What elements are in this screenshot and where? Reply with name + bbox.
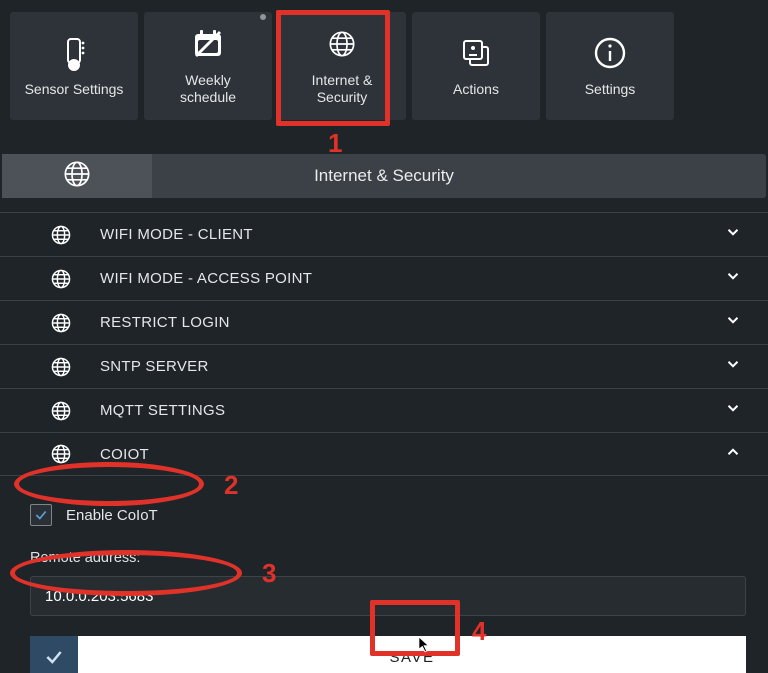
chevron-down-icon [724, 267, 742, 290]
accordion-label: WIFI MODE - CLIENT [72, 226, 724, 243]
tab-label: Settings [585, 81, 636, 98]
info-icon [592, 35, 628, 71]
globe-icon [324, 26, 360, 62]
globe-icon [0, 224, 72, 246]
tab-label: Actions [453, 81, 499, 98]
globe-icon [0, 356, 72, 378]
remote-address-input[interactable] [30, 576, 746, 616]
accordion-label: RESTRICT LOGIN [72, 314, 724, 331]
accordion-item-wifi-ap[interactable]: WIFI MODE - ACCESS POINT [0, 256, 768, 300]
tab-label: Weekly schedule [180, 72, 236, 106]
indicator-dot [260, 14, 266, 20]
sensor-icon [56, 35, 92, 71]
settings-accordion: WIFI MODE - CLIENT WIFI MODE - ACCESS PO… [0, 212, 768, 476]
globe-icon [62, 159, 92, 194]
top-tab-bar: Sensor Settings Weekly schedule Int [0, 0, 768, 124]
enable-coiot-checkbox[interactable] [30, 504, 52, 526]
save-button-label: SAVE [390, 649, 435, 666]
accordion-item-mqtt[interactable]: MQTT SETTINGS [0, 388, 768, 432]
accordion-item-coiot[interactable]: COIOT [0, 432, 768, 476]
chevron-down-icon [724, 355, 742, 378]
globe-icon [0, 312, 72, 334]
section-title: Internet & Security [152, 166, 766, 186]
save-bar: SAVE [30, 636, 746, 673]
accordion-label: MQTT SETTINGS [72, 402, 724, 419]
chevron-down-icon [724, 311, 742, 334]
tab-label: Sensor Settings [25, 81, 124, 98]
globe-icon [0, 400, 72, 422]
enable-coiot-row[interactable]: Enable CoIoT [22, 494, 746, 536]
save-button[interactable]: SAVE [78, 636, 746, 673]
accordion-label: WIFI MODE - ACCESS POINT [72, 270, 724, 287]
chevron-down-icon [724, 399, 742, 422]
enable-coiot-label: Enable CoIoT [66, 507, 158, 524]
chevron-down-icon [724, 223, 742, 246]
globe-icon [0, 268, 72, 290]
accordion-label: COIOT [72, 446, 724, 463]
tab-internet-security[interactable]: Internet & Security [278, 12, 406, 120]
section-header-icon-box [2, 154, 152, 198]
save-confirm-icon[interactable] [30, 636, 78, 673]
tab-actions[interactable]: Actions [412, 12, 540, 120]
remote-address-label: Remote address: [30, 550, 746, 566]
accordion-label: SNTP SERVER [72, 358, 724, 375]
chevron-up-icon [724, 443, 742, 466]
actions-icon [458, 35, 494, 71]
calendar-disabled-icon [190, 26, 226, 62]
accordion-item-restrict-login[interactable]: RESTRICT LOGIN [0, 300, 768, 344]
globe-icon [0, 443, 72, 465]
tab-sensor-settings[interactable]: Sensor Settings [10, 12, 138, 120]
section-header: Internet & Security [2, 154, 766, 198]
tab-weekly-schedule[interactable]: Weekly schedule [144, 12, 272, 120]
accordion-item-sntp[interactable]: SNTP SERVER [0, 344, 768, 388]
tab-label: Internet & Security [312, 72, 373, 106]
coiot-panel: Enable CoIoT Remote address: SAVE [0, 476, 768, 673]
tab-settings[interactable]: Settings [546, 12, 674, 120]
accordion-item-wifi-client[interactable]: WIFI MODE - CLIENT [0, 212, 768, 256]
